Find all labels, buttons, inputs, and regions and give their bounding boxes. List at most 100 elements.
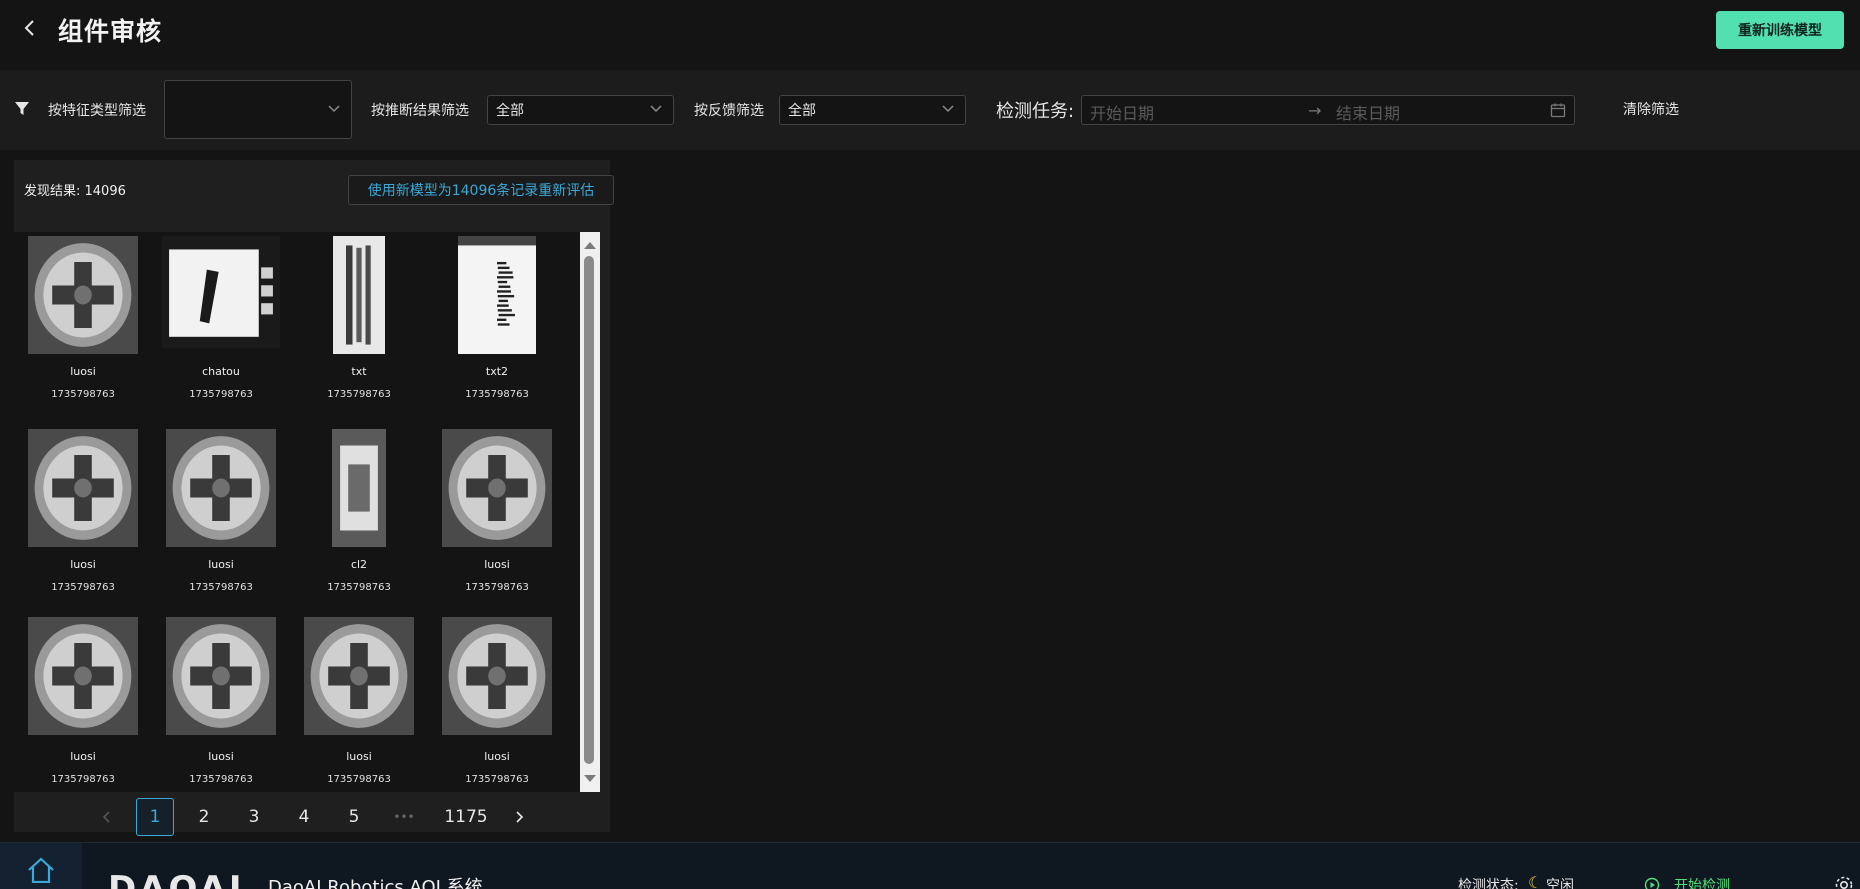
- result-card[interactable]: luosi 1735798763: [428, 425, 566, 600]
- component-thumbnail[interactable]: [28, 429, 138, 547]
- detection-status-label: 检测状态:: [1458, 878, 1519, 889]
- results-panel: 发现结果: 14096 使用新模型为14096条记录重新评估 luosi 1735…: [14, 160, 614, 836]
- scroll-thumb[interactable]: [584, 256, 594, 764]
- result-card[interactable]: luosi 1735798763: [152, 617, 290, 792]
- home-button[interactable]: [0, 843, 82, 889]
- component-name: chatou: [202, 365, 240, 378]
- start-detection-button[interactable]: 开始检测: [1674, 875, 1730, 889]
- page-ellipsis[interactable]: •••: [385, 798, 423, 836]
- result-card[interactable]: cl2 1735798763: [290, 425, 428, 600]
- reevaluate-button[interactable]: 使用新模型为14096条记录重新评估: [348, 175, 614, 205]
- component-thumbnail[interactable]: [333, 236, 385, 354]
- component-review-app: 组件审核 重新训练模型 按特征类型筛选 按推断结果筛选 全部 按反馈筛选 全部 …: [0, 0, 1860, 889]
- page-4-button[interactable]: 4: [285, 798, 323, 836]
- inference-select[interactable]: 全部: [487, 95, 674, 125]
- gear-icon[interactable]: [1834, 875, 1854, 889]
- page-5-button[interactable]: 5: [335, 798, 373, 836]
- retrain-model-button[interactable]: 重新训练模型: [1716, 11, 1844, 49]
- result-card[interactable]: luosi 1735798763: [290, 617, 428, 792]
- component-thumbnail[interactable]: [162, 236, 280, 348]
- component-thumbnail[interactable]: [304, 617, 414, 735]
- component-thumbnail[interactable]: [28, 236, 138, 354]
- component-timestamp: 1735798763: [189, 774, 253, 785]
- start-date-input[interactable]: 开始日期: [1090, 100, 1154, 124]
- page-last-button[interactable]: 1175: [441, 798, 491, 836]
- footer-bar: DAOAI DaoAI Robotics AOI 系统 检测状态: ☾ 空闲 开…: [0, 842, 1860, 889]
- result-card[interactable]: luosi 1735798763: [14, 232, 152, 407]
- clear-filters-button[interactable]: 清除筛选: [1623, 99, 1679, 119]
- result-card[interactable]: luosi 1735798763: [428, 617, 566, 792]
- feature-type-select[interactable]: [164, 80, 352, 139]
- component-name: luosi: [484, 750, 510, 763]
- result-count: 发现结果: 14096: [24, 184, 126, 199]
- component-thumbnail[interactable]: [166, 429, 276, 547]
- component-timestamp: 1735798763: [327, 389, 391, 400]
- chevron-left-icon: [102, 811, 110, 823]
- result-card[interactable]: chatou 1735798763: [152, 232, 290, 407]
- scrollbar[interactable]: [580, 232, 600, 792]
- result-card[interactable]: txt 1735798763: [290, 232, 428, 407]
- back-button[interactable]: [18, 16, 42, 40]
- result-card[interactable]: txt2 1735798763: [428, 232, 566, 407]
- component-name: luosi: [346, 750, 372, 763]
- moon-icon: ☾: [1528, 873, 1543, 889]
- chevron-down-icon: [942, 105, 954, 113]
- chevron-left-icon: [24, 20, 34, 36]
- component-name: txt: [351, 365, 367, 378]
- feature-type-filter-label: 按特征类型筛选: [48, 103, 146, 119]
- scroll-down-arrow-icon[interactable]: [584, 775, 596, 782]
- component-name: cl2: [350, 558, 368, 571]
- filter-icon: [15, 102, 29, 115]
- component-timestamp: 1735798763: [465, 582, 529, 593]
- feedback-value: 全部: [788, 103, 816, 119]
- detection-status-value: 空闲: [1546, 878, 1574, 889]
- chevron-down-icon: [328, 104, 340, 112]
- component-timestamp: 1735798763: [327, 774, 391, 785]
- component-timestamp: 1735798763: [189, 582, 253, 593]
- component-name: luosi: [208, 558, 234, 571]
- feedback-filter-label: 按反馈筛选: [694, 103, 764, 119]
- inference-filter-label: 按推断结果筛选: [371, 103, 469, 119]
- thumbnail-grid: luosi 1735798763 chatou 1735798763 txt 173579…: [14, 232, 581, 792]
- page-1-button[interactable]: 1: [136, 798, 174, 836]
- component-thumbnail[interactable]: [442, 429, 552, 547]
- daoai-logo: DAOAI: [108, 869, 245, 889]
- result-card[interactable]: luosi 1735798763: [152, 425, 290, 600]
- feedback-select[interactable]: 全部: [779, 95, 966, 125]
- component-thumbnail[interactable]: [442, 617, 552, 735]
- inference-value: 全部: [496, 103, 524, 119]
- component-timestamp: 1735798763: [51, 582, 115, 593]
- component-name: luosi: [70, 750, 96, 763]
- arrow-right-icon: →: [1308, 101, 1322, 120]
- chevron-right-icon: [516, 811, 524, 823]
- component-timestamp: 1735798763: [189, 389, 253, 400]
- component-timestamp: 1735798763: [327, 582, 391, 593]
- result-card[interactable]: luosi 1735798763: [14, 425, 152, 600]
- prev-page-button[interactable]: [88, 798, 126, 836]
- component-thumbnail[interactable]: [166, 617, 276, 735]
- component-timestamp: 1735798763: [465, 774, 529, 785]
- component-name: luosi: [208, 750, 234, 763]
- component-thumbnail[interactable]: [458, 236, 536, 354]
- page-2-button[interactable]: 2: [185, 798, 223, 836]
- component-name: txt2: [485, 365, 509, 378]
- component-name: luosi: [484, 558, 510, 571]
- scroll-up-arrow-icon[interactable]: [584, 242, 596, 249]
- app-name: DaoAI Robotics AOI 系统: [268, 877, 483, 889]
- component-thumbnail[interactable]: [28, 617, 138, 735]
- component-timestamp: 1735798763: [465, 389, 529, 400]
- page-3-button[interactable]: 3: [235, 798, 273, 836]
- component-thumbnail[interactable]: [332, 429, 386, 547]
- component-name: luosi: [70, 558, 96, 571]
- detection-task-label: 检测任务:: [996, 101, 1075, 122]
- home-icon: [28, 857, 54, 883]
- result-card[interactable]: luosi 1735798763: [14, 617, 152, 792]
- date-range-picker[interactable]: 开始日期 → 结束日期: [1081, 95, 1575, 125]
- calendar-icon: [1550, 103, 1566, 118]
- page-title: 组件审核: [58, 17, 163, 46]
- component-name: luosi: [70, 365, 96, 378]
- chevron-down-icon: [650, 105, 662, 113]
- component-timestamp: 1735798763: [51, 389, 115, 400]
- end-date-input[interactable]: 结束日期: [1336, 100, 1400, 124]
- next-page-button[interactable]: [500, 798, 538, 836]
